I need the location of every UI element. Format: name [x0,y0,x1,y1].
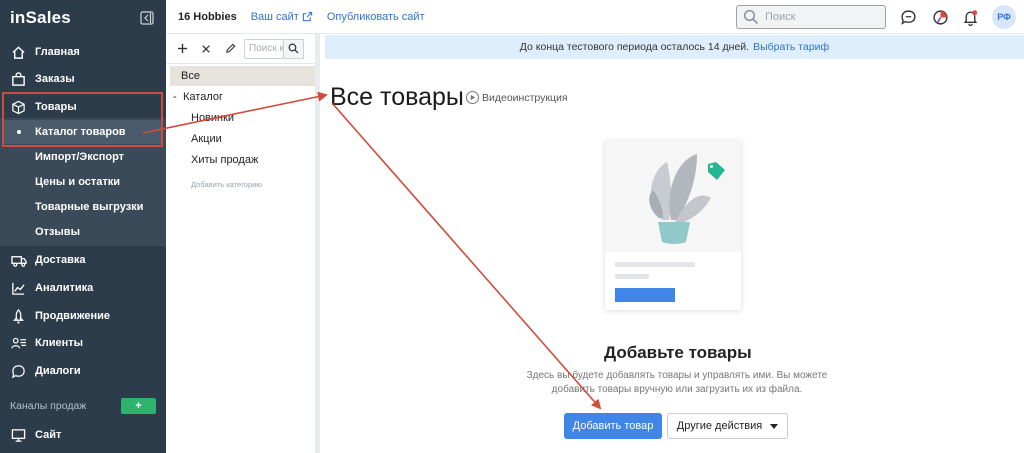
category-all[interactable]: Все [170,66,315,86]
publish-site-link[interactable]: Опубликовать сайт [327,11,425,23]
top-bar: 16 Hobbies Ваш сайт Опубликовать сайт По… [166,0,1024,34]
sidebar-item-delivery[interactable]: Доставка [0,248,166,272]
plant-icon [615,154,725,302]
shop-name: 16 Hobbies [178,10,237,23]
chat-icon [10,363,27,380]
category-search-placeholder: Поиск к [249,43,284,54]
delete-category-icon[interactable] [194,37,218,61]
search-icon [288,43,299,54]
category-toolbar: Поиск к [166,34,315,64]
empty-state-title: Добавьте товары [604,343,752,362]
chat-bubble-icon[interactable] [899,8,917,26]
collapse-sidebar-icon[interactable] [138,9,156,27]
category-catalog[interactable]: Каталог [183,91,223,103]
your-site-link[interactable]: Ваш сайт [251,11,313,23]
other-actions-dropdown[interactable]: Другие действия [667,413,788,439]
home-icon [10,44,27,61]
category-bestsellers[interactable]: Хиты продаж [191,154,258,166]
palette-icon[interactable] [931,8,949,26]
category-sales[interactable]: Акции [191,133,222,145]
bell-icon[interactable] [961,8,979,26]
video-instruction-link[interactable]: Видеоинструкция [466,91,568,104]
empty-state-illustration [605,140,741,310]
sidebar-item-label: Аналитика [35,282,94,294]
play-icon [466,91,479,104]
global-search-input[interactable]: Поиск [736,5,886,29]
video-instruction-label: Видеоинструкция [482,91,568,104]
empty-state-description: Здесь вы будете добавлять товары и управ… [526,370,828,395]
sidebar-item-analytics[interactable]: Аналитика [0,276,166,300]
sidebar-item-clients[interactable]: Клиенты [0,331,166,355]
sidebar-item-orders[interactable]: Заказы [0,67,166,91]
users-icon [10,335,27,352]
sidebar-item-dialogs[interactable]: Диалоги [0,359,166,383]
sidebar-item-label: Продвижение [35,310,111,322]
sidebar-item-label: Диалоги [35,365,81,377]
category-new[interactable]: Новинки [191,112,234,124]
sidebar-item-home[interactable]: Главная [0,40,166,64]
sidebar-item-label: Заказы [35,73,75,85]
logo: inSales [10,8,71,27]
monitor-icon [10,427,27,444]
annotation-highlight-box [2,92,163,147]
add-category-link[interactable]: Добавить категорию [191,180,262,189]
user-avatar[interactable]: РФ [992,5,1016,29]
choose-plan-link[interactable]: Выбрать тариф [753,41,829,53]
add-channel-button[interactable]: + [121,398,156,414]
sidebar-subitem-feeds[interactable]: Товарные выгрузки [0,195,166,219]
sidebar-subitem-label: Импорт/Экспорт [35,151,125,163]
edit-pencil-icon[interactable] [218,37,242,61]
sidebar-item-label: Клиенты [35,337,84,349]
sales-channels-section: Каналы продаж + [10,396,156,416]
sales-channels-label: Каналы продаж [10,400,87,412]
external-link-icon [302,11,313,22]
rocket-icon [10,308,27,325]
sidebar-subitem-reviews[interactable]: Отзывы [0,220,166,244]
your-site-label: Ваш сайт [250,10,299,23]
category-search-input[interactable]: Поиск к [244,38,284,59]
add-category-icon[interactable] [170,37,194,61]
other-actions-label: Другие действия [676,420,763,432]
sidebar: inSales Главная Заказы Товары Каталог то… [0,0,166,453]
truck-icon [10,252,27,269]
sidebar-item-label: Доставка [35,254,86,266]
add-product-button[interactable]: Добавить товар [564,413,662,439]
trial-banner-text: До конца тестового периода осталось 14 д… [519,41,750,53]
sidebar-subitem-label: Отзывы [35,226,80,238]
chart-icon [10,280,27,297]
category-search-button[interactable] [284,38,304,59]
sidebar-subitem-label: Цены и остатки [35,176,121,188]
annotation-arrow-to-add-button [331,102,602,410]
page-title: Все товары [330,83,464,111]
category-panel: Поиск к Все - Каталог Новинки Акции Хиты… [166,34,320,453]
collapse-toggle[interactable]: - [173,91,177,103]
search-icon [743,9,759,25]
sidebar-item-label: Главная [35,46,80,58]
sidebar-subitem-prices[interactable]: Цены и остатки [0,170,166,194]
caret-down-icon [770,423,779,429]
trial-banner: До конца тестового периода осталось 14 д… [325,35,1024,59]
sidebar-subitem-import-export[interactable]: Импорт/Экспорт [0,145,166,169]
sidebar-item-label: Сайт [35,429,62,441]
sidebar-item-site[interactable]: Сайт [0,423,166,447]
sidebar-item-promotion[interactable]: Продвижение [0,304,166,328]
sidebar-subitem-label: Товарные выгрузки [35,201,144,213]
bag-icon [10,71,27,88]
search-placeholder: Поиск [765,11,796,23]
